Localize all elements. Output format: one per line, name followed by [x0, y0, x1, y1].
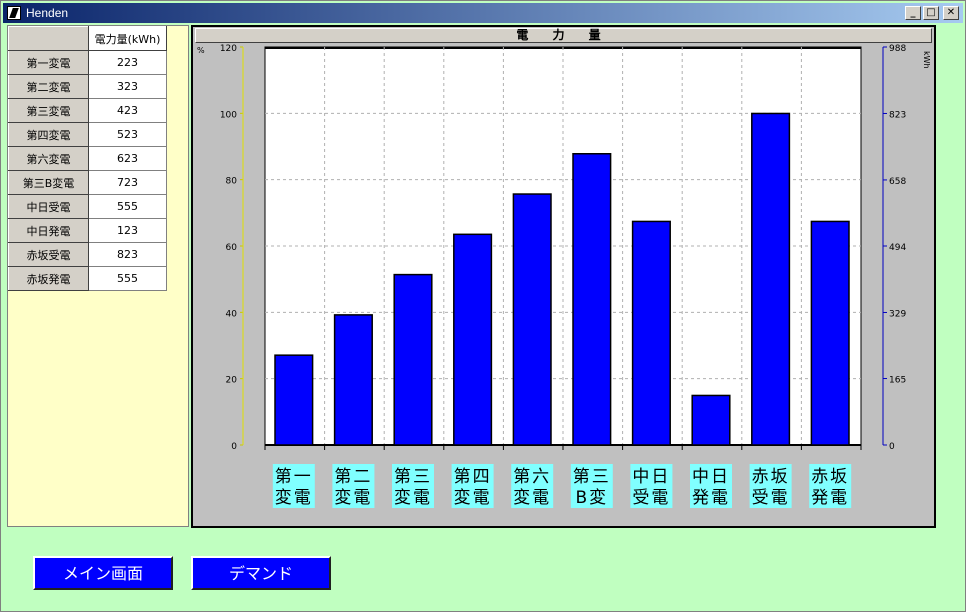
right-tick-label: 658 — [889, 177, 906, 187]
app-window: Henden _ □ ✕ 電力量(kWh) 第一変電 223 第二変電 323 第三変電… — [0, 0, 966, 612]
bar — [274, 354, 314, 446]
row-value-cell[interactable]: 823 — [88, 242, 167, 267]
category-label: 変電 — [513, 488, 551, 508]
minimize-button[interactable]: _ — [905, 6, 921, 20]
bar — [810, 220, 850, 446]
table-row[interactable]: 第二変電 323 — [8, 74, 167, 99]
category-label: 変電 — [394, 488, 432, 508]
table-row[interactable]: 中日発電 123 — [8, 218, 167, 243]
demand-button[interactable]: デマンド — [191, 556, 331, 590]
table-row[interactable]: 第一変電 223 — [8, 50, 167, 75]
row-value-cell[interactable]: 323 — [88, 74, 167, 99]
close-button[interactable]: ✕ — [943, 6, 959, 20]
row-name-cell: 第一変電 — [8, 50, 89, 75]
category-label: 第一 — [275, 467, 313, 487]
category-label: 中日 — [632, 467, 670, 487]
right-tick-label: 494 — [889, 243, 906, 253]
row-value-cell[interactable]: 123 — [88, 218, 167, 243]
bar — [453, 233, 493, 446]
row-value-cell[interactable]: 423 — [88, 98, 167, 123]
table-row[interactable]: 中日受電 555 — [8, 194, 167, 219]
bar — [512, 193, 552, 446]
left-tick-label: 100 — [220, 110, 237, 120]
bar — [393, 273, 433, 446]
right-axis-unit: kWh — [922, 51, 931, 69]
corner-header — [8, 26, 89, 51]
row-name-cell: 第二変電 — [8, 74, 89, 99]
bar — [631, 220, 671, 446]
category-label: 変電 — [334, 488, 372, 508]
left-tick-label: 20 — [226, 376, 238, 386]
category-label: 変電 — [454, 488, 492, 508]
category-label: 変電 — [275, 488, 313, 508]
category-label: B変 — [575, 488, 608, 508]
table-row[interactable]: 赤坂受電 823 — [8, 242, 167, 267]
category-label: 受電 — [632, 488, 670, 508]
right-tick-label: 823 — [889, 110, 906, 120]
bar — [333, 314, 373, 446]
left-tick-label: 80 — [226, 177, 238, 187]
data-grid-panel: 電力量(kWh) 第一変電 223 第二変電 323 第三変電 423 第四変電 523 第六変… — [7, 25, 189, 527]
row-name-cell: 中日発電 — [8, 218, 89, 243]
table-header-row: 電力量(kWh) — [8, 26, 167, 51]
category-label: 第六 — [513, 467, 551, 487]
left-tick-label: 120 — [220, 44, 237, 54]
category-label: 赤坂 — [811, 467, 849, 487]
row-name-cell: 第六変電 — [8, 146, 89, 171]
table-row[interactable]: 第三B変電 723 — [8, 170, 167, 195]
category-label: 発電 — [811, 488, 849, 508]
power-bar-chart: 0 20 40 60 80 100 120% 0 165 329 494 658 823 988 kWh 第一… — [197, 44, 931, 508]
right-tick-label: 329 — [889, 309, 906, 319]
chart-panel: 電 力 量 0 20 40 60 80 100 120% 0 165 329 494 658 823 98… — [191, 25, 936, 528]
table-row[interactable]: 第六変電 623 — [8, 146, 167, 171]
row-value-cell[interactable]: 555 — [88, 266, 167, 291]
left-tick-label: 40 — [226, 309, 238, 319]
window-title: Henden — [26, 6, 69, 20]
row-name-cell: 赤坂受電 — [8, 242, 89, 267]
row-name-cell: 第三B変電 — [8, 170, 89, 195]
title-bar[interactable]: Henden _ □ ✕ — [3, 3, 963, 23]
category-label: 第四 — [454, 467, 492, 487]
left-axis-unit: % — [197, 46, 205, 55]
right-tick-label: 988 — [889, 44, 906, 54]
left-tick-label: 0 — [231, 442, 237, 452]
category-label: 中日 — [692, 467, 730, 487]
row-value-cell[interactable]: 623 — [88, 146, 167, 171]
main-screen-button[interactable]: メイン画面 — [33, 556, 173, 590]
maximize-button[interactable]: □ — [923, 6, 939, 20]
category-label: 第三 — [573, 467, 611, 487]
row-value-cell[interactable]: 523 — [88, 122, 167, 147]
category-label: 赤坂 — [752, 467, 790, 487]
table-row[interactable]: 赤坂発電 555 — [8, 266, 167, 291]
row-value-cell[interactable]: 223 — [88, 50, 167, 75]
power-table: 電力量(kWh) 第一変電 223 第二変電 323 第三変電 423 第四変電 523 第六変… — [8, 26, 167, 291]
category-label: 受電 — [752, 488, 790, 508]
table-row[interactable]: 第四変電 523 — [8, 122, 167, 147]
category-label: 第三 — [394, 467, 432, 487]
row-value-cell[interactable]: 723 — [88, 170, 167, 195]
table-row[interactable]: 第三変電 423 — [8, 98, 167, 123]
row-name-cell: 第四変電 — [8, 122, 89, 147]
right-tick-label: 165 — [889, 376, 906, 386]
bar — [572, 153, 612, 446]
bar — [751, 112, 791, 446]
app-icon — [7, 6, 21, 20]
right-tick-label: 0 — [889, 442, 895, 452]
column-header-power: 電力量(kWh) — [88, 26, 167, 51]
row-name-cell: 中日受電 — [8, 194, 89, 219]
left-tick-label: 60 — [226, 243, 238, 253]
category-label: 第二 — [334, 467, 372, 487]
bar — [691, 394, 731, 446]
row-name-cell: 第三変電 — [8, 98, 89, 123]
category-label: 発電 — [692, 488, 730, 508]
row-name-cell: 赤坂発電 — [8, 266, 89, 291]
row-value-cell[interactable]: 555 — [88, 194, 167, 219]
